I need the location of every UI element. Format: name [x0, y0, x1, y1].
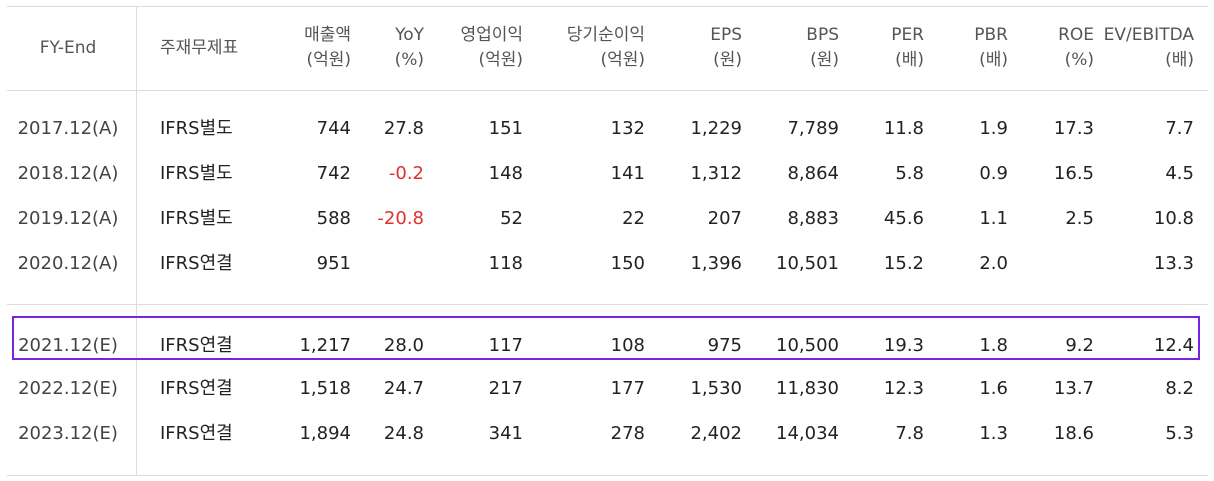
row-value-col-2: 341 — [488, 423, 523, 444]
row-value-col-9: 7.7 — [1165, 118, 1194, 139]
row-fy-end: 2023.12(E) — [18, 423, 118, 444]
table-top-border — [7, 6, 1208, 7]
row-value-col-9: 5.3 — [1165, 423, 1194, 444]
row-value-col-2: 217 — [488, 378, 523, 399]
row-value-col-9: 4.5 — [1165, 163, 1194, 184]
header-column-divider — [136, 6, 137, 90]
header-divider — [7, 90, 1208, 91]
row-fy-end: 2022.12(E) — [18, 378, 118, 399]
row-value-col-2: 151 — [488, 118, 523, 139]
header-col-9-title: EV/EBITDA — [1103, 25, 1194, 45]
row-value-col-2: 118 — [488, 253, 523, 274]
row-value-col-2: 52 — [500, 208, 523, 229]
row-value-col-9: 10.8 — [1153, 208, 1194, 229]
header-col-9-unit: (배) — [1165, 50, 1194, 70]
row-value-col-2: 148 — [488, 163, 523, 184]
row-fy-end: 2017.12(A) — [17, 118, 119, 139]
body-column-divider — [136, 90, 137, 475]
financial-table — [7, 6, 1214, 476]
row-value-col-7: 2.0 — [979, 253, 1008, 274]
row-value-col-9: 13.3 — [1153, 253, 1194, 274]
section-divider — [7, 304, 1208, 305]
row-fy-end: 2018.12(A) — [17, 163, 119, 184]
header-fy-end: FY-End — [39, 38, 97, 58]
row-value-col-9: 8.2 — [1165, 378, 1194, 399]
highlight-box-2021 — [12, 316, 1200, 360]
row-fy-end: 2020.12(A) — [17, 253, 119, 274]
row-value-col-0: 951 — [316, 253, 351, 274]
row-fy-end: 2019.12(A) — [17, 208, 119, 229]
table-bottom-border — [7, 475, 1208, 476]
